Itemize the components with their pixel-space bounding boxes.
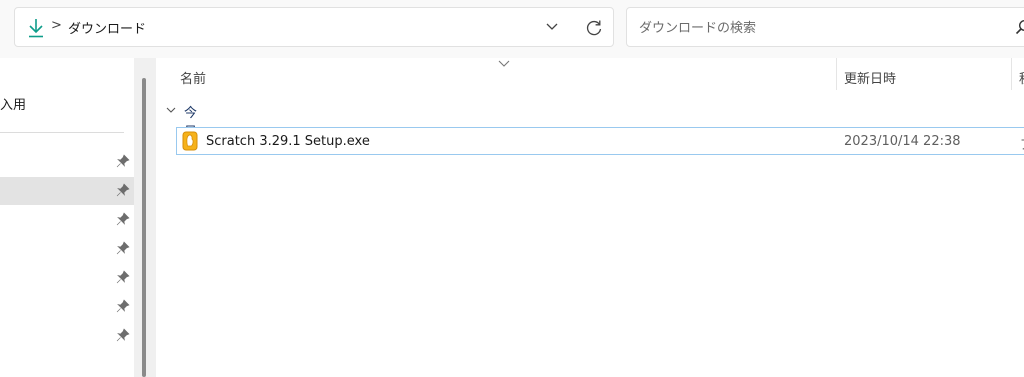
file-list: 名前 更新日時 種 今日 Scratch 3.29.1 Setup.exe 20… — [156, 58, 1024, 377]
nav-pinned-item[interactable] — [0, 148, 134, 176]
pin-icon[interactable] — [116, 154, 130, 168]
scratch-setup-icon — [182, 131, 198, 151]
column-header-date-label: 更新日時 — [844, 72, 897, 87]
pin-icon[interactable] — [116, 270, 130, 284]
refresh-icon[interactable] — [584, 18, 604, 38]
toolbar: > ダウンロード — [0, 0, 1024, 58]
nav-pinned-item[interactable] — [0, 322, 134, 350]
pin-icon[interactable] — [116, 299, 130, 313]
search-input[interactable] — [637, 16, 1001, 40]
column-header-type[interactable]: 種 — [1012, 58, 1024, 92]
nav-pinned-item[interactable] — [0, 293, 134, 321]
nav-scrollbar-thumb[interactable] — [142, 78, 146, 377]
column-header-name[interactable]: 名前 — [156, 58, 836, 92]
breadcrumb-downloads[interactable]: ダウンロード — [68, 18, 146, 37]
column-header-date[interactable]: 更新日時 — [837, 58, 1011, 92]
search-icon[interactable] — [1015, 19, 1024, 35]
file-name: Scratch 3.29.1 Setup.exe — [206, 134, 370, 149]
nav-pinned-item[interactable] — [0, 235, 134, 263]
file-date: 2023/10/14 22:38 — [844, 134, 961, 149]
nav-divider — [0, 132, 124, 133]
nav-item-label[interactable]: 入用 — [0, 94, 26, 113]
nav-pinned-item[interactable] — [0, 206, 134, 234]
chevron-down-icon[interactable] — [545, 20, 559, 34]
nav-pinned-item[interactable] — [0, 264, 134, 292]
pin-icon[interactable] — [116, 328, 130, 342]
column-header-type-label: 種 — [1019, 68, 1024, 87]
download-arrow-icon — [29, 19, 43, 38]
navigation-pane: 入用 — [0, 58, 134, 377]
pin-icon[interactable] — [116, 241, 130, 255]
pin-icon[interactable] — [116, 212, 130, 226]
file-type: ア — [1020, 134, 1024, 153]
chevron-down-icon[interactable] — [166, 105, 176, 115]
file-row[interactable]: Scratch 3.29.1 Setup.exe 2023/10/14 22:3… — [176, 127, 1024, 155]
address-bar[interactable]: > ダウンロード — [14, 7, 614, 47]
nav-scrollbar[interactable] — [134, 58, 156, 377]
pin-icon[interactable] — [116, 183, 130, 197]
nav-pinned-item-selected[interactable] — [0, 177, 134, 205]
column-header-name-label: 名前 — [180, 72, 207, 87]
breadcrumb-separator[interactable]: > — [51, 18, 62, 33]
search-box[interactable] — [626, 7, 1024, 47]
